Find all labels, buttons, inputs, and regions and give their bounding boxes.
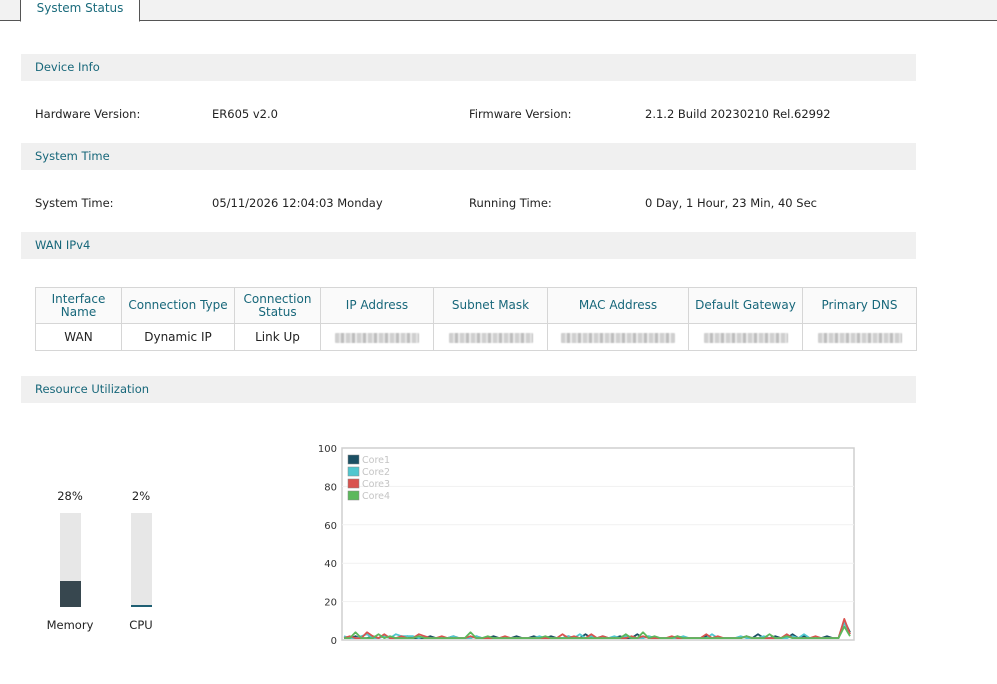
y-tick-label: 20 bbox=[324, 598, 337, 609]
cell-default-gateway bbox=[688, 323, 803, 351]
y-tick-label: 60 bbox=[324, 521, 337, 532]
table-row: WAN Dynamic IP Link Up bbox=[35, 323, 917, 351]
header-primary-dns: Primary DNS bbox=[802, 287, 917, 324]
legend-label: Core1 bbox=[362, 455, 390, 466]
section-resource-utilization: Resource Utilization bbox=[21, 376, 916, 403]
cell-interface-name: WAN bbox=[35, 323, 122, 351]
header-ip-address: IP Address bbox=[320, 287, 434, 324]
legend-swatch bbox=[347, 490, 360, 501]
y-tick-label: 40 bbox=[324, 559, 337, 570]
memory-gauge bbox=[60, 513, 81, 607]
cell-subnet-mask bbox=[433, 323, 548, 351]
y-tick-label: 100 bbox=[318, 444, 337, 455]
memory-percent: 28% bbox=[57, 489, 83, 503]
chart-plot-area bbox=[341, 447, 855, 641]
header-interface-name: Interface Name bbox=[35, 287, 122, 324]
header-default-gateway: Default Gateway bbox=[688, 287, 803, 324]
memory-gauge-fill bbox=[60, 580, 81, 607]
cell-primary-dns bbox=[802, 323, 917, 351]
hardware-version-label: Hardware Version: bbox=[35, 107, 141, 121]
redacted-primary-dns bbox=[817, 332, 902, 343]
system-time-value: 05/11/2026 12:04:03 Monday bbox=[212, 196, 383, 210]
redacted-mac-address bbox=[561, 332, 675, 343]
redacted-subnet-mask bbox=[448, 332, 533, 343]
running-time-label: Running Time: bbox=[469, 196, 552, 210]
y-tick-label: 80 bbox=[324, 482, 337, 493]
firmware-version-value: 2.1.2 Build 20230210 Rel.62992 bbox=[645, 107, 831, 121]
tab-system-status[interactable]: System Status bbox=[20, 0, 140, 22]
legend-label: Core3 bbox=[362, 479, 390, 490]
wan-table: Interface Name Connection Type Connectio… bbox=[35, 287, 917, 351]
header-connection-type: Connection Type bbox=[121, 287, 235, 324]
cell-ip-address bbox=[320, 323, 434, 351]
cpu-gauge bbox=[131, 513, 152, 607]
cell-connection-status: Link Up bbox=[234, 323, 321, 351]
legend-label: Core2 bbox=[362, 467, 390, 478]
legend-label: Core4 bbox=[362, 491, 390, 502]
hardware-version-value: ER605 v2.0 bbox=[212, 107, 278, 121]
section-system-time: System Time bbox=[21, 143, 916, 170]
redacted-default-gateway bbox=[703, 332, 788, 343]
cpu-core-chart: 0 20 40 60 80 100 Core1Core2Core3Core4 bbox=[318, 444, 855, 647]
section-wan-ipv4: WAN IPv4 bbox=[21, 232, 916, 259]
running-time-value: 0 Day, 1 Hour, 23 Min, 40 Sec bbox=[645, 196, 817, 210]
system-time-label: System Time: bbox=[35, 196, 114, 210]
legend-swatch bbox=[347, 478, 360, 489]
section-device-info: Device Info bbox=[21, 54, 916, 81]
memory-label: Memory bbox=[46, 618, 94, 632]
redacted-ip-address bbox=[335, 332, 419, 343]
header-mac-address: MAC Address bbox=[547, 287, 689, 324]
cell-connection-type: Dynamic IP bbox=[121, 323, 235, 351]
legend-swatch bbox=[347, 466, 360, 477]
legend-swatch bbox=[347, 454, 360, 465]
table-header-row: Interface Name Connection Type Connectio… bbox=[35, 287, 917, 324]
y-tick-label: 0 bbox=[331, 636, 337, 647]
firmware-version-label: Firmware Version: bbox=[469, 107, 572, 121]
tab-bar: System Status bbox=[0, 0, 997, 22]
header-connection-status: Connection Status bbox=[234, 287, 321, 324]
cpu-percent: 2% bbox=[131, 489, 151, 503]
cell-mac-address bbox=[547, 323, 689, 351]
cpu-label: CPU bbox=[129, 618, 153, 632]
header-subnet-mask: Subnet Mask bbox=[433, 287, 548, 324]
cpu-gauge-fill bbox=[131, 605, 152, 607]
